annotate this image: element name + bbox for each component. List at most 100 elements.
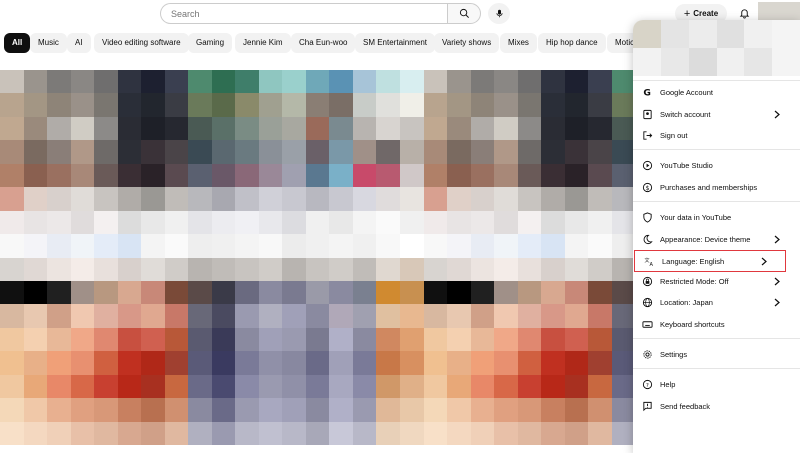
thumbnail-pixel: [564, 163, 589, 188]
account-header-pixel: [716, 48, 745, 76]
menu-item-appearance[interactable]: Appearance: Device theme: [633, 229, 800, 249]
chip-cha-eun-woo[interactable]: Cha Eun-woo: [291, 33, 356, 53]
thumbnail-pixel: [352, 234, 377, 258]
thumbnail-pixel: [541, 421, 565, 445]
thumbnail-pixel: [188, 304, 212, 328]
thumbnail-pixel: [258, 398, 283, 422]
search-button[interactable]: [447, 3, 481, 24]
thumbnail-pixel: [447, 70, 471, 94]
thumbnail-pixel: [0, 187, 24, 211]
chip-sm-entertainment[interactable]: SM Entertainment: [355, 33, 436, 53]
help-icon: ?: [641, 378, 653, 390]
chip-jennie-kim[interactable]: Jennie Kim: [235, 33, 291, 53]
account-header-pixel: [633, 20, 661, 48]
menu-item-keyboard-shortcuts[interactable]: Keyboard shortcuts: [633, 314, 800, 334]
thumbnail-pixel: [447, 398, 471, 422]
voice-search-button[interactable]: [488, 3, 510, 24]
thumbnail-pixel: [94, 187, 118, 211]
thumbnail-pixel: [141, 70, 165, 94]
menu-item-sign-out[interactable]: Sign out: [633, 125, 800, 145]
thumbnail-pixel: [376, 374, 400, 399]
thumbnail-pixel: [117, 70, 142, 94]
thumbnail-pixel: [470, 374, 495, 399]
thumbnail-pixel: [588, 116, 612, 141]
thumbnail-pixel: [117, 398, 142, 422]
thumbnail-pixel: [399, 374, 424, 399]
search-input[interactable]: [161, 4, 447, 24]
thumbnail-pixel: [117, 140, 142, 164]
thumbnail-pixel: [423, 116, 448, 141]
thumbnail-pixel: [541, 257, 565, 281]
thumbnail-pixel: [399, 234, 424, 258]
thumbnail-pixel: [564, 280, 589, 305]
thumbnail-pixel: [23, 163, 48, 188]
thumbnail-pixel: [470, 187, 495, 211]
thumbnail-pixel: [0, 140, 24, 164]
menu-item-purchases[interactable]: $ Purchases and memberships: [633, 177, 800, 197]
thumbnail-pixel: [141, 93, 165, 117]
notifications-button[interactable]: [736, 5, 752, 21]
thumbnail-pixel: [94, 327, 118, 352]
chip-music[interactable]: Music: [30, 33, 67, 53]
thumbnail-pixel: [447, 116, 471, 141]
thumbnail-pixel: [352, 421, 377, 445]
chip-ai[interactable]: AI: [67, 33, 91, 53]
thumbnail-pixel: [211, 163, 236, 188]
thumbnail-pixel: [376, 234, 400, 258]
thumbnail-pixel: [517, 351, 542, 375]
thumbnail-pixel: [470, 93, 495, 117]
thumbnail-pixel: [70, 187, 95, 211]
thumbnail-pixel: [564, 234, 589, 258]
chip-gaming[interactable]: Gaming: [188, 33, 233, 53]
thumbnail-pixel: [611, 327, 636, 352]
thumbnail-pixel: [47, 304, 71, 328]
thumbnail-pixel: [305, 234, 330, 258]
chip-variety-shows[interactable]: Variety shows: [434, 33, 500, 53]
chip-all[interactable]: All: [4, 33, 31, 53]
thumbnail-pixel: [564, 70, 589, 94]
thumbnail-pixel: [117, 257, 142, 281]
thumbnail-pixel: [541, 116, 565, 141]
thumbnail-pixel: [282, 374, 306, 399]
thumbnail-pixel: [188, 280, 212, 305]
thumbnail-pixel: [70, 327, 95, 352]
thumbnail-pixel: [211, 257, 236, 281]
menu-item-youtube-studio[interactable]: YouTube Studio: [633, 155, 800, 175]
chip-mixes[interactable]: Mixes: [500, 33, 537, 53]
thumbnail-pixel: [0, 234, 24, 258]
chip-video-editing[interactable]: Video editing software: [94, 33, 189, 53]
menu-item-location[interactable]: Location: Japan: [633, 292, 800, 312]
search-box[interactable]: [160, 3, 447, 24]
menu-item-label: Your data in YouTube: [660, 212, 732, 222]
thumbnail-pixel: [211, 398, 236, 422]
thumbnail-pixel: [0, 93, 24, 117]
thumbnail-pixel: [329, 421, 353, 445]
thumbnail-pixel: [47, 351, 71, 375]
thumbnail-pixel: [399, 210, 424, 235]
thumbnail-pixel: [0, 421, 24, 445]
thumbnail-pixel: [117, 304, 142, 328]
menu-item-restricted-mode[interactable]: Restricted Mode: Off: [633, 271, 800, 291]
menu-item-help[interactable]: ? Help: [633, 374, 800, 394]
thumbnail-pixel: [258, 93, 283, 117]
thumbnail-pixel: [94, 398, 118, 422]
menu-item-send-feedback[interactable]: Send feedback: [633, 396, 800, 416]
menu-item-your-data[interactable]: Your data in YouTube: [633, 207, 800, 227]
menu-item-settings[interactable]: Settings: [633, 344, 800, 364]
menu-item-switch-account[interactable]: Switch account: [633, 104, 800, 124]
menu-item-google-account[interactable]: G Google Account: [633, 82, 800, 102]
chip-hip-hop-dance[interactable]: Hip hop dance: [538, 33, 606, 53]
thumbnail-pixel: [447, 351, 471, 375]
thumbnail-pixel: [423, 163, 448, 188]
thumbnail-pixel: [23, 398, 48, 422]
thumbnail-pixel: [564, 116, 589, 141]
thumbnail-pixel: [470, 304, 495, 328]
thumbnail-pixel: [541, 304, 565, 328]
menu-item-label: Settings: [660, 349, 688, 359]
menu-item-language[interactable]: 文A Language: English: [634, 250, 786, 272]
thumbnail-pixel: [282, 140, 306, 164]
thumbnail-pixel: [517, 421, 542, 445]
thumbnail-pixel: [470, 210, 495, 235]
thumbnail-pixel: [352, 163, 377, 188]
menu-item-label: Switch account: [660, 109, 711, 119]
